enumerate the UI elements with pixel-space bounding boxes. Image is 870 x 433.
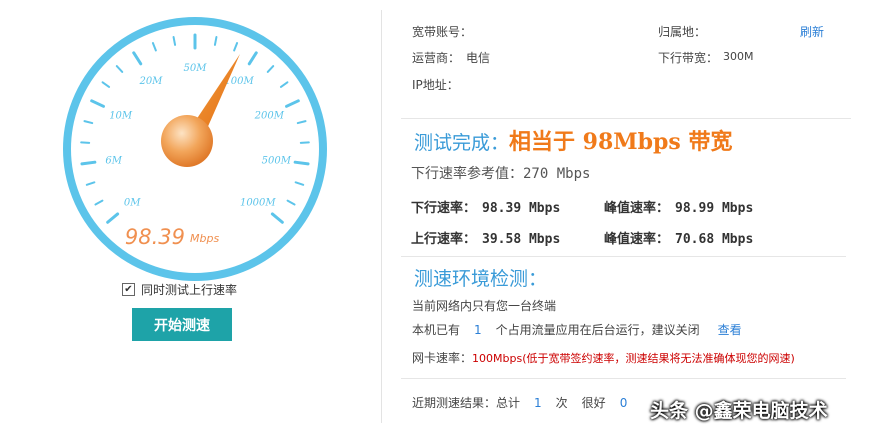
peak-upload-speed: 峰值速率： 70.68 Mbps	[604, 228, 753, 247]
down-bandwidth-value: 300M	[723, 50, 754, 63]
down-bandwidth-label: 下行带宽：	[658, 51, 719, 65]
gauge-tick	[80, 160, 97, 166]
recent-results: 近期测速结果：总计 1 次很好 0	[412, 394, 641, 411]
ip-label: IP地址：	[412, 78, 459, 92]
result-panel: 宽带账号： 归属地： 刷新 运营商： 电信 下行带宽： 300M IP地址： 测…	[383, 0, 870, 433]
peak-download-speed: 峰值速率： 98.99 Mbps	[604, 197, 753, 216]
divider-line	[401, 256, 846, 257]
panel-divider	[381, 10, 382, 423]
download-speed-value: 98.39 Mbps	[482, 201, 561, 216]
gauge-reading-unit: Mbps	[190, 232, 219, 245]
view-apps-link[interactable]: 查看	[718, 323, 742, 337]
nic-speed-warning: 100Mbps(低于宽带签约速率，测速结果将无法准确体现您的网速)	[472, 352, 795, 365]
gauge-scale-label: 500M	[262, 156, 292, 167]
download-speed: 下行速率： 98.39 Mbps	[411, 197, 560, 216]
gauge-scale-label: 50M	[184, 63, 208, 74]
recent-results-unit: 次	[555, 396, 568, 410]
gauge-scale-label: 1000M	[240, 198, 276, 209]
reference-speed: 下行速率参考值：270 Mbps	[411, 163, 590, 183]
speedometer-gauge: 0M6M10M20M50M100M200M500M1000M 98.39 Mbp…	[63, 17, 327, 281]
environment-terminal-info: 当前网络内只有您一台终端	[412, 299, 557, 313]
background-apps-prefix: 本机已有	[412, 323, 461, 337]
reference-speed-value: 270 Mbps	[523, 166, 591, 182]
result-equivalent-bandwidth: 相当于 98Mbps 带宽	[509, 129, 733, 155]
speedometer-panel: 0M 6M 10M 20M 50M 100M 200M 500M 1000M 98.39 Mbp…	[0, 0, 382, 433]
divider-line	[401, 378, 846, 379]
good-count: 0	[619, 396, 628, 410]
upload-test-label: 同时测试上行速率	[141, 283, 238, 297]
carrier-label: 运营商：	[412, 51, 461, 65]
reference-speed-label: 下行速率参考值：	[411, 166, 523, 182]
nic-speed-label: 网卡速率：	[412, 351, 473, 365]
gauge-scale-label: 6M	[105, 156, 122, 167]
good-label: 很好	[581, 396, 606, 410]
gauge-hub	[161, 115, 213, 167]
watermark: 头条 @鑫荣电脑技术	[650, 400, 828, 422]
gauge-scale-label: 0M	[124, 198, 141, 209]
recent-results-count: 1	[534, 396, 542, 410]
gauge-scale-label: 10M	[109, 110, 133, 121]
recent-results-label: 近期测速结果：总计	[412, 396, 521, 410]
gauge-scale-label: 20M	[138, 76, 163, 87]
region-label: 归属地：	[658, 25, 707, 39]
carrier-value: 电信	[466, 51, 491, 65]
download-speed-label: 下行速率：	[411, 201, 477, 216]
background-apps-suffix: 个占用流量应用在后台运行，建议关闭	[495, 323, 700, 337]
peak-download-label: 峰值速率：	[604, 201, 670, 216]
refresh-link[interactable]: 刷新	[800, 23, 824, 40]
result-title: 测试完成：相当于 98Mbps 带宽	[414, 124, 732, 156]
upload-test-option[interactable]: ✔ 同时测试上行速率	[122, 281, 237, 298]
gauge-reading: 98.39	[125, 225, 185, 249]
peak-upload-label: 峰值速率：	[604, 232, 670, 247]
nic-speed: 网卡速率：100Mbps(低于宽带签约速率，测速结果将无法准确体现您的网速)	[412, 349, 795, 366]
gauge-scale-label: 200M	[254, 110, 285, 121]
environment-background-apps: 本机已有 1 个占用流量应用在后台运行，建议关闭 查看	[412, 321, 742, 338]
account-label: 宽带账号：	[412, 25, 473, 39]
upload-speed: 上行速率： 39.58 Mbps	[411, 228, 560, 247]
background-apps-count: 1	[474, 323, 482, 337]
start-test-button[interactable]: 开始测速	[132, 308, 232, 341]
upload-test-checkbox[interactable]: ✔	[122, 283, 135, 296]
result-title-prefix: 测试完成：	[414, 132, 510, 154]
divider-line	[401, 118, 851, 119]
environment-title: 测速环境检测：	[414, 268, 548, 290]
upload-speed-value: 39.58 Mbps	[482, 232, 561, 247]
peak-upload-value: 70.68 Mbps	[675, 232, 754, 247]
peak-download-value: 98.99 Mbps	[675, 201, 754, 216]
upload-speed-label: 上行速率：	[411, 232, 477, 247]
gauge-tick	[293, 160, 310, 166]
